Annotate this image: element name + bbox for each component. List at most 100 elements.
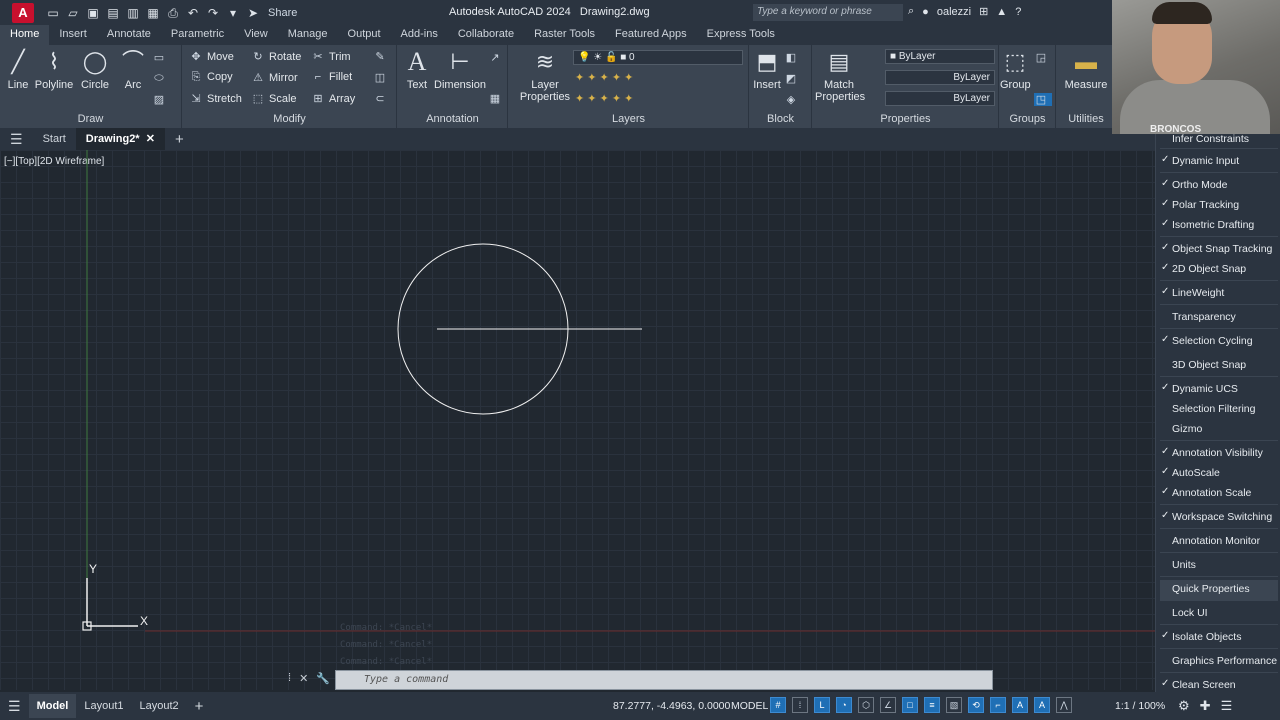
customize-status-icon[interactable]: ☰ — [1221, 698, 1233, 714]
new-tab-button[interactable]: + — [165, 131, 194, 148]
command-input[interactable]: Type a command — [335, 670, 993, 690]
open-file-icon[interactable]: ▱ — [66, 6, 80, 20]
create-block-tool[interactable]: ◧ — [784, 51, 802, 64]
drawing-tab[interactable]: Drawing2* ✕ — [75, 128, 165, 150]
layer-properties-tool[interactable]: ≋ Layer Properties — [519, 49, 571, 103]
lineweight-dropdown[interactable]: ByLayer — [885, 91, 995, 106]
properties-panel-title[interactable]: Properties — [813, 113, 998, 125]
isometric-icon[interactable]: ⬡ — [858, 697, 874, 713]
save-icon[interactable]: ▣ — [86, 6, 100, 20]
polar-icon[interactable]: ◔ — [836, 697, 852, 713]
model-space-button[interactable]: MODEL — [731, 700, 768, 712]
hatch-tool[interactable]: ▨ — [152, 93, 170, 106]
snap-icon[interactable]: ⁞ — [792, 697, 808, 713]
selection-cycling-icon[interactable]: ⟲ — [968, 697, 984, 713]
menu-item-units[interactable]: Units — [1160, 556, 1278, 576]
new-file-icon[interactable]: ▭ — [46, 6, 60, 20]
trim-tool[interactable]: ✂ Trim — [311, 50, 350, 63]
ribbon-tab-collaborate[interactable]: Collaborate — [448, 25, 524, 45]
layer-tools-row1[interactable]: ✦ ✦ ✦ ✦ ✦ — [575, 71, 633, 84]
ribbon-tab-add-ins[interactable]: Add-ins — [391, 25, 448, 45]
block-panel-title[interactable]: Block — [750, 113, 811, 125]
annotation-visibility-icon[interactable]: A — [1012, 697, 1028, 713]
search-input[interactable]: Type a keyword or phrase — [753, 4, 903, 21]
menu-item-3d-object-snap[interactable]: 3D Object Snap — [1160, 356, 1278, 376]
ribbon-tab-raster-tools[interactable]: Raster Tools — [524, 25, 605, 45]
share-button[interactable]: Share — [268, 7, 297, 19]
publish-icon[interactable]: ▦ — [146, 6, 160, 20]
annotation-scale-readout[interactable]: 1:1 / 100% — [1115, 700, 1165, 712]
menu-item-quick-properties[interactable]: Quick Properties — [1160, 580, 1278, 600]
measure-tool[interactable]: ▬ Measure — [1063, 49, 1109, 91]
layer-tools-row2[interactable]: ✦ ✦ ✦ ✦ ✦ — [575, 92, 633, 105]
ribbon-tab-parametric[interactable]: Parametric — [161, 25, 234, 45]
menu-item-autoscale[interactable]: AutoScale — [1160, 464, 1278, 484]
cart-icon[interactable]: ⊞ — [979, 5, 988, 18]
save-as-icon[interactable]: ▤ — [106, 6, 120, 20]
utilities-panel-title[interactable]: Utilities — [1057, 113, 1115, 125]
rectangle-tool[interactable]: ▭ — [152, 51, 170, 64]
menu-item-clean-screen[interactable]: Clean Screen — [1160, 676, 1278, 696]
erase-tool[interactable]: ✎ — [373, 50, 391, 63]
workspace-icon[interactable]: ▾ — [226, 6, 240, 20]
match-properties-tool[interactable]: ▤ Match Properties — [815, 49, 865, 103]
grid-icon[interactable]: # — [770, 697, 786, 713]
insert-tool[interactable]: ⬒ Insert — [752, 49, 782, 91]
circle-tool[interactable]: ◯ Circle — [78, 49, 112, 91]
customize-icon[interactable]: 🔧 — [316, 672, 330, 685]
menu-item-graphics-performance[interactable]: Graphics Performance — [1160, 652, 1278, 672]
autodesk-icon[interactable]: ▲ — [996, 6, 1007, 18]
dimension-tool[interactable]: ⊢ Dimension — [434, 49, 486, 91]
coordinates-readout[interactable]: 87.2777, -4.4963, 0.0000 — [613, 700, 730, 712]
copy-tool[interactable]: ⎘ Copy — [189, 71, 233, 84]
dynamic-ucs-icon[interactable]: ⌐ — [990, 697, 1006, 713]
annotation-scale-icon[interactable]: ⋀ — [1056, 697, 1072, 713]
menu-item-workspace-switching[interactable]: Workspace Switching — [1160, 508, 1278, 528]
menu-item-annotation-visibility[interactable]: Annotation Visibility — [1160, 444, 1278, 464]
ribbon-tab-insert[interactable]: Insert — [49, 25, 97, 45]
layer-dropdown[interactable]: 💡 ☀ 🔓 ■ 0 — [573, 50, 743, 65]
share-icon[interactable]: ➤ — [246, 6, 260, 20]
linetype-dropdown[interactable]: ByLayer — [885, 70, 995, 85]
ribbon-tab-manage[interactable]: Manage — [278, 25, 338, 45]
group-selection-tool[interactable]: ◳ — [1034, 93, 1052, 106]
menu-item-dynamic-input[interactable]: Dynamic Input — [1160, 152, 1278, 172]
object-snap-icon[interactable]: □ — [902, 697, 918, 713]
ortho-icon[interactable]: L — [814, 697, 830, 713]
scale-tool[interactable]: ⬚ Scale — [251, 92, 297, 105]
color-dropdown[interactable]: ■ ByLayer — [885, 49, 995, 64]
undo-icon[interactable]: ↶ — [186, 6, 200, 20]
ribbon-tab-output[interactable]: Output — [338, 25, 391, 45]
annotation-panel-title[interactable]: Annotation — [398, 113, 507, 125]
ellipse-tool[interactable]: ⬭ — [152, 72, 170, 85]
start-tab[interactable]: Start — [33, 133, 76, 145]
drawing-canvas[interactable]: [−][Top][2D Wireframe] Y X — [0, 150, 1155, 690]
ribbon-tab-featured-apps[interactable]: Featured Apps — [605, 25, 697, 45]
menu-item-selection-filtering[interactable]: Selection Filtering — [1160, 400, 1278, 420]
add-layout-button[interactable]: + — [187, 698, 212, 715]
print-icon[interactable]: ⎙ — [166, 6, 180, 20]
workspace-gear-icon[interactable]: ⚙ — [1178, 698, 1190, 714]
menu-item-object-snap-tracking[interactable]: Object Snap Tracking — [1160, 240, 1278, 260]
annotation-monitor-icon[interactable]: ✚ — [1200, 698, 1211, 714]
grip-icon[interactable]: ⁞ — [288, 672, 291, 685]
modify-panel-title[interactable]: Modify — [183, 113, 396, 125]
edit-block-tool[interactable]: ◩ — [784, 72, 802, 85]
line-tool[interactable]: ╱ Line — [4, 49, 32, 91]
ribbon-tab-home[interactable]: Home — [0, 25, 50, 45]
ribbon-tab-express-tools[interactable]: Express Tools — [697, 25, 785, 45]
stretch-tool[interactable]: ⇲ Stretch — [189, 92, 241, 105]
menu-item-selection-cycling[interactable]: Selection Cycling — [1160, 332, 1278, 352]
transparency-icon[interactable]: ▧ — [946, 697, 962, 713]
layout2-tab[interactable]: Layout2 — [132, 700, 187, 712]
text-tool[interactable]: A Text — [402, 49, 432, 92]
draw-panel-title[interactable]: Draw — [0, 113, 181, 125]
menu-item-annotation-scale[interactable]: Annotation Scale — [1160, 484, 1278, 504]
menu-item-transparency[interactable]: Transparency — [1160, 308, 1278, 328]
close-icon[interactable]: ✕ — [146, 133, 155, 145]
object-snap-tracking-icon[interactable]: ∠ — [880, 697, 896, 713]
redo-icon[interactable]: ↷ — [206, 6, 220, 20]
user-name[interactable]: oalezzi — [937, 6, 971, 18]
group-tool[interactable]: ⬚ Group — [1000, 49, 1031, 91]
save-web-icon[interactable]: ▥ — [126, 6, 140, 20]
